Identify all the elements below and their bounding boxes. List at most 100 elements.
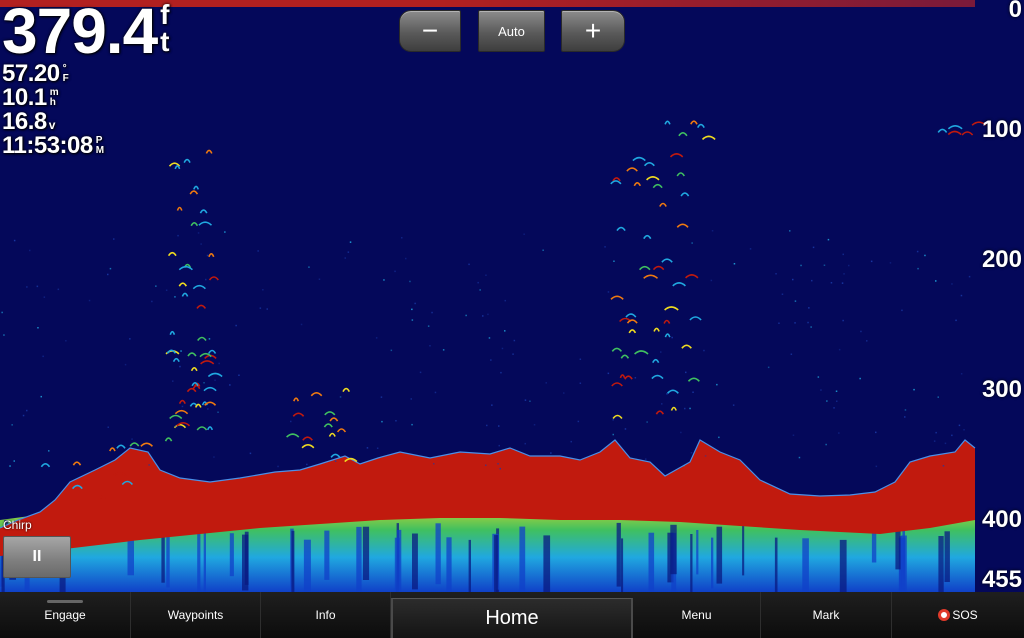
noise-speckle bbox=[197, 232, 200, 234]
noise-speckle bbox=[916, 250, 919, 253]
engage-indicator bbox=[47, 600, 83, 603]
fish-arch bbox=[664, 120, 671, 125]
fish-arch bbox=[129, 442, 140, 447]
noise-speckle bbox=[491, 404, 493, 406]
fish-arch bbox=[616, 226, 626, 232]
menu-button[interactable]: Menu bbox=[633, 592, 761, 638]
noise-speckle bbox=[442, 349, 445, 351]
noise-speckle bbox=[504, 330, 506, 332]
noise-speckle bbox=[704, 455, 707, 457]
noise-speckle bbox=[529, 400, 531, 402]
noise-speckle bbox=[29, 249, 31, 252]
noise-speckle bbox=[811, 279, 813, 282]
depth-scale-label: 400 bbox=[981, 506, 1022, 533]
fish-arch bbox=[611, 382, 623, 387]
fish-arch bbox=[189, 190, 199, 195]
noise-streak bbox=[774, 537, 778, 592]
fish-arch bbox=[203, 386, 217, 392]
sos-button[interactable]: SOS bbox=[892, 592, 1024, 638]
noise-speckle bbox=[497, 463, 499, 465]
info-button[interactable]: Info bbox=[261, 592, 391, 638]
noise-streak bbox=[435, 523, 441, 585]
noise-streak bbox=[396, 529, 402, 592]
noise-streak bbox=[938, 536, 944, 592]
fish-arch bbox=[196, 426, 208, 431]
noise-speckle bbox=[579, 382, 582, 384]
noise-streak bbox=[944, 531, 950, 582]
noise-speckle bbox=[683, 464, 685, 467]
waypoints-button[interactable]: Waypoints bbox=[131, 592, 261, 638]
waypoints-label: Waypoints bbox=[167, 608, 224, 622]
engage-label: Engage bbox=[44, 608, 86, 622]
fish-arch bbox=[116, 444, 126, 449]
speed-unit: m h bbox=[49, 87, 59, 108]
noise-speckle bbox=[718, 436, 720, 439]
noise-speckle bbox=[613, 260, 615, 262]
fish-arch bbox=[651, 374, 664, 380]
fish-arch bbox=[687, 377, 700, 382]
noise-streak bbox=[494, 535, 498, 592]
fish-arch bbox=[678, 132, 688, 137]
noise-speckle bbox=[504, 299, 506, 302]
fish-arch bbox=[701, 135, 716, 141]
fish-arch bbox=[324, 411, 336, 416]
fish-arch bbox=[178, 282, 187, 287]
zoom-in-button[interactable]: + bbox=[561, 10, 625, 52]
noise-speckle bbox=[870, 260, 873, 263]
noise-speckle bbox=[794, 322, 796, 324]
noise-streak bbox=[711, 537, 714, 589]
noise-speckle bbox=[113, 238, 115, 240]
home-button[interactable]: Home bbox=[391, 598, 633, 638]
fish-arch bbox=[611, 347, 623, 352]
fish-arch bbox=[174, 409, 189, 415]
noise-speckle bbox=[951, 434, 953, 437]
fish-arch bbox=[207, 372, 223, 378]
noise-speckle bbox=[968, 275, 971, 278]
sonar-view[interactable]: 379.4 f t 57.20 ° F 10.1 m h 16.8 v 11:5… bbox=[0, 0, 1024, 593]
noise-speckle bbox=[904, 409, 907, 411]
fish-arch bbox=[670, 406, 677, 411]
fish-arch bbox=[672, 282, 686, 287]
noise-speckle bbox=[671, 336, 673, 339]
engage-button[interactable]: Engage bbox=[0, 592, 131, 638]
fish-arch bbox=[167, 251, 177, 257]
noise-speckle bbox=[689, 407, 691, 410]
zoom-out-button[interactable]: − bbox=[399, 10, 461, 52]
fish-arch bbox=[652, 265, 665, 271]
pause-button[interactable]: II bbox=[3, 536, 71, 578]
noise-speckle bbox=[660, 351, 662, 353]
info-label: Info bbox=[315, 608, 336, 622]
noise-streak bbox=[468, 539, 471, 592]
noise-speckle bbox=[429, 345, 431, 347]
noise-speckle bbox=[685, 371, 687, 374]
noise-speckle bbox=[848, 264, 850, 267]
noise-speckle bbox=[26, 286, 28, 288]
noise-speckle bbox=[179, 365, 181, 368]
noise-speckle bbox=[733, 263, 736, 265]
noise-speckle bbox=[465, 314, 467, 317]
fish-arch bbox=[612, 414, 623, 420]
noise-speckle bbox=[107, 273, 109, 276]
noise-speckle bbox=[238, 374, 240, 376]
noise-speckle bbox=[646, 421, 648, 423]
zoom-auto-button[interactable]: Auto bbox=[478, 10, 545, 52]
depth-unit: f t bbox=[160, 0, 170, 57]
noise-speckle bbox=[542, 249, 544, 251]
noise-speckle bbox=[490, 359, 492, 361]
fish-arch bbox=[634, 350, 649, 355]
noise-speckle bbox=[306, 463, 308, 466]
noise-speckle bbox=[810, 326, 812, 328]
fish-arch bbox=[643, 162, 655, 167]
mark-button[interactable]: Mark bbox=[761, 592, 892, 638]
noise-speckle bbox=[419, 371, 422, 374]
fish-arch bbox=[190, 222, 199, 227]
noise-speckle bbox=[479, 289, 481, 291]
fish-arch bbox=[109, 447, 116, 452]
noise-speckle bbox=[498, 444, 500, 447]
fish-arch bbox=[620, 354, 630, 359]
noise-speckle bbox=[545, 382, 547, 384]
noise-speckle bbox=[703, 349, 705, 352]
noise-speckle bbox=[414, 302, 416, 305]
noise-speckle bbox=[487, 313, 489, 316]
fish-arch bbox=[328, 432, 336, 437]
